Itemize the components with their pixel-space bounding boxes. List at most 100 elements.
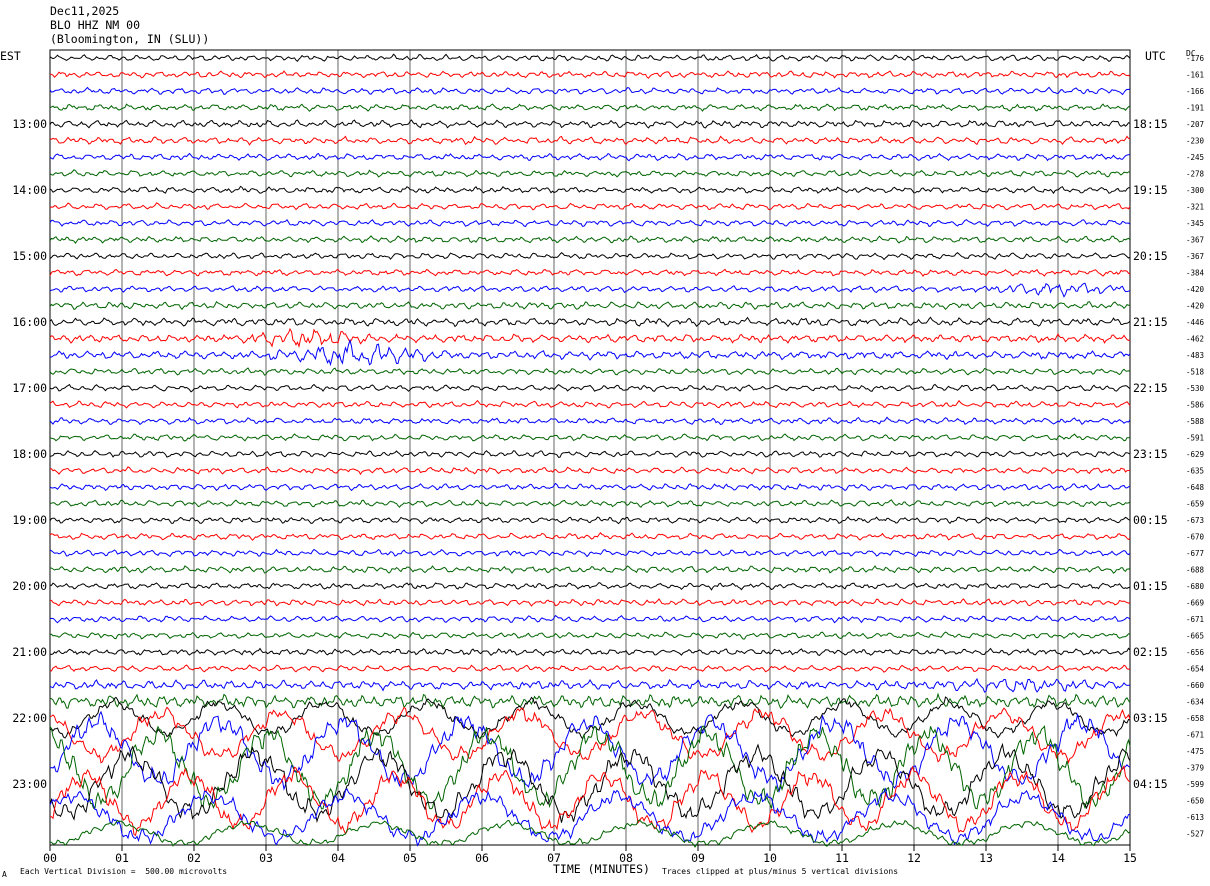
trace-line: [49, 235, 1131, 244]
trace-line: [49, 152, 1131, 162]
left-hour-label: 22:00: [12, 711, 47, 725]
trace-line: [49, 219, 1131, 228]
dc-offset-label: -665: [1186, 632, 1204, 641]
left-hour-label: 21:00: [12, 645, 47, 659]
clip-note: Traces clipped at plus/minus 5 vertical …: [662, 867, 899, 876]
dc-offset-label: -475: [1186, 747, 1204, 756]
dc-offset-label: -245: [1186, 153, 1204, 162]
right-hour-label: 22:15: [1133, 381, 1168, 395]
dc-offset-label: -367: [1186, 236, 1204, 245]
dc-offset-label: -586: [1186, 401, 1205, 410]
left-hour-label: 13:00: [12, 117, 47, 131]
trace-line: [49, 647, 1131, 657]
dc-offset-label: -161: [1186, 71, 1204, 80]
dc-offset-label: -659: [1186, 500, 1204, 509]
dc-offset-label: -367: [1186, 252, 1204, 261]
dc-offset-label: -379: [1186, 764, 1204, 773]
trace-line: [49, 252, 1131, 261]
dc-offset-label: -654: [1186, 665, 1205, 674]
trace-line: [49, 327, 1131, 349]
dc-offset-label: -669: [1186, 599, 1204, 608]
left-hour-label: 18:00: [12, 447, 47, 461]
dc-offset-label: -518: [1186, 368, 1205, 377]
corner-mark: A: [2, 870, 7, 879]
dc-offset-label: -629: [1186, 450, 1204, 459]
x-tick-label: 15: [1123, 851, 1137, 865]
dc-offset-label: -671: [1186, 731, 1204, 740]
scale-note: Each Vertical Division = 500.00 microvol…: [20, 867, 228, 876]
dc-offset-label: -230: [1186, 137, 1205, 146]
right-hour-label: 20:15: [1133, 249, 1168, 263]
right-hour-label: 04:15: [1133, 777, 1168, 791]
trace-line: [49, 399, 1131, 409]
trace-line: [49, 268, 1131, 277]
trace-line: [49, 367, 1131, 376]
left-hour-label: 23:00: [12, 777, 47, 791]
trace-line: [49, 316, 1131, 328]
dc-offset-label: -648: [1186, 483, 1205, 492]
dc-offset-label: -635: [1186, 467, 1204, 476]
trace-line: [49, 450, 1131, 458]
right-hour-label: 23:15: [1133, 447, 1168, 461]
trace-line: [49, 565, 1131, 574]
dc-offset-label: -300: [1186, 186, 1205, 195]
dc-offset-label: -446: [1186, 318, 1205, 327]
right-hour-label: 18:15: [1133, 117, 1168, 131]
x-tick-label: 09: [691, 851, 705, 865]
dc-offset-label: -670: [1186, 533, 1205, 542]
x-tick-label: 00: [43, 851, 57, 865]
dc-offset-label: -420: [1186, 285, 1205, 294]
trace-line: [49, 631, 1131, 640]
trace-line: [49, 301, 1131, 311]
right-hour-label: 02:15: [1133, 645, 1168, 659]
dc-offset-label: -656: [1186, 648, 1205, 657]
x-tick-label: 14: [1051, 851, 1065, 865]
dc-offset-label: -321: [1186, 203, 1204, 212]
dc-offset-label: -677: [1186, 549, 1204, 558]
trace-line: [49, 103, 1131, 112]
dc-offset-label: -191: [1186, 104, 1204, 113]
trace-line: [49, 282, 1131, 298]
dc-offset-label: -688: [1186, 566, 1205, 575]
dc-offset-label: -166: [1186, 87, 1205, 96]
trace-line: [49, 135, 1131, 146]
dc-offset-label: -660: [1186, 681, 1205, 690]
right-hour-label: 00:15: [1133, 513, 1168, 527]
x-tick-label: 12: [907, 851, 921, 865]
trace-line: [49, 169, 1131, 178]
left-hour-label: 16:00: [12, 315, 47, 329]
trace-line: [49, 725, 1131, 810]
dc-offset-label: -527: [1186, 830, 1204, 839]
dc-offset-label: -599: [1186, 780, 1204, 789]
trace-line: [49, 706, 1131, 764]
dc-offset-label: -420: [1186, 302, 1205, 311]
trace-line: [49, 677, 1130, 693]
trace-line: [49, 614, 1131, 624]
x-tick-label: 06: [475, 851, 489, 865]
trace-line: [49, 532, 1131, 541]
left-hour-label: 14:00: [12, 183, 47, 197]
dc-offset-label: -591: [1186, 434, 1204, 443]
trace-line: [49, 664, 1131, 673]
x-tick-label: 13: [979, 851, 993, 865]
dc-offset-label: -345: [1186, 219, 1204, 228]
dc-offset-label: -278: [1186, 170, 1205, 179]
dc-offset-label: -673: [1186, 516, 1204, 525]
trace-line: [49, 742, 1131, 824]
trace-line: [49, 338, 1131, 367]
right-hour-label: 03:15: [1133, 711, 1168, 725]
left-hour-label: 15:00: [12, 249, 47, 263]
left-hour-label: 20:00: [12, 579, 47, 593]
trace-line: [50, 598, 1131, 607]
trace-line: [49, 499, 1131, 508]
trace-line: [49, 482, 1131, 492]
trace-line: [49, 710, 1131, 793]
trace-line: [49, 433, 1131, 442]
trace-line: [50, 466, 1131, 476]
dc-offset-label: -462: [1186, 335, 1204, 344]
left-hour-label: 19:00: [12, 513, 47, 527]
trace-line: [49, 119, 1131, 129]
x-tick-label: 05: [403, 851, 417, 865]
dc-offset-label: -671: [1186, 615, 1204, 624]
x-tick-label: 02: [187, 851, 201, 865]
